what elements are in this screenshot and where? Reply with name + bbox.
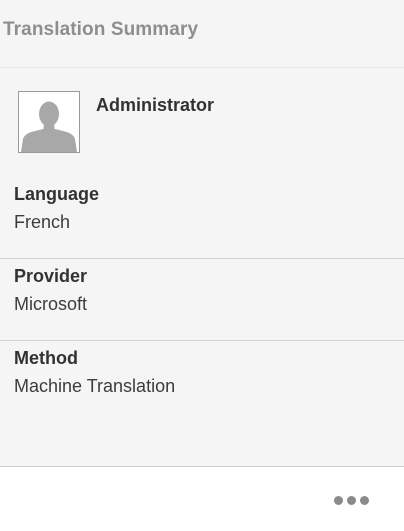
more-options-button[interactable] [330,490,374,512]
divider [0,258,404,259]
user-row: Administrator [0,91,404,157]
method-label: Method [14,348,78,368]
more-horizontal-icon [347,496,356,505]
more-horizontal-icon [360,496,369,505]
translation-summary-panel: Translation Summary Administrator Langua… [0,0,404,467]
avatar [18,91,80,153]
language-value: French [14,212,71,232]
field-provider: Provider Microsoft [0,266,404,336]
user-name: Administrator [96,95,215,115]
method-value: Machine Translation [14,376,176,396]
panel-title: Translation Summary [3,19,199,40]
field-language: Language French [0,184,404,254]
user-silhouette-icon [19,92,79,152]
more-horizontal-icon [334,496,343,505]
provider-value: Microsoft [14,294,88,314]
provider-label: Provider [14,266,88,286]
panel-header: Translation Summary [0,0,404,68]
field-method: Method Machine Translation [0,348,404,418]
divider [0,340,404,341]
language-label: Language [14,184,100,204]
